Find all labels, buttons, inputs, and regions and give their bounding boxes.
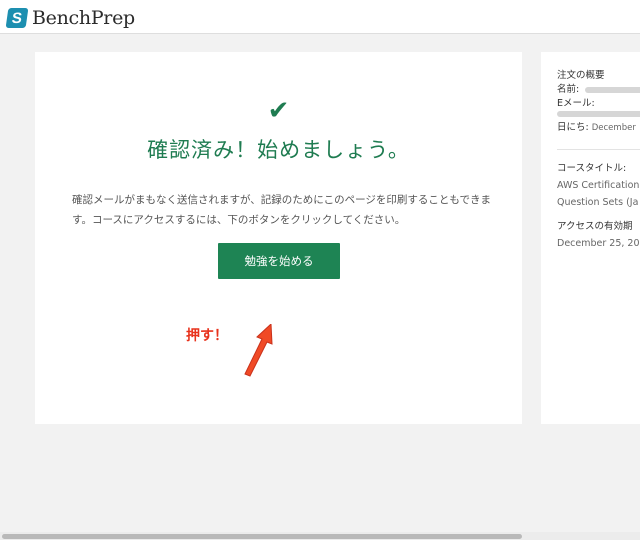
expiry-value: December 25, 20 (557, 238, 640, 249)
expiry-label: アクセスの有効期 (557, 221, 633, 232)
confirmation-title: 確認済み！始めましょう。 (147, 138, 410, 162)
course-title-label: コースタイトル: (557, 163, 627, 174)
scrollbar-thumb[interactable] (2, 534, 522, 539)
date-label: 日にち: (557, 122, 589, 133)
benchprep-logo[interactable]: S BenchPrep (5, 7, 135, 29)
course-title-line1: AWS Certification (557, 180, 640, 191)
confirmation-message: 確認メールがまもなく送信されますが、記録のためにこのページを印刷することもできま… (72, 194, 491, 226)
annotation-arrow-icon (244, 324, 273, 377)
start-studying-button[interactable]: 勉強を始める (218, 243, 340, 279)
redacted-name (585, 87, 640, 93)
email-row (557, 111, 640, 117)
order-summary-title: 注文の概要 (557, 70, 605, 81)
annotation-text: 押す！ (186, 328, 228, 344)
benchprep-logo-icon: S (5, 8, 29, 28)
date-value: December (591, 123, 636, 133)
horizontal-scrollbar[interactable] (0, 532, 640, 540)
name-label: 名前: (557, 84, 580, 95)
date-row: 日にち: December (557, 121, 640, 135)
redacted-email (557, 111, 640, 117)
summary-divider (557, 149, 640, 150)
order-summary-card: 注文の概要 名前: Eメール: 日にち: December コースタイトル: A… (541, 52, 640, 424)
name-row: 名前: (557, 83, 640, 97)
checkmark-icon: ✔ (267, 96, 290, 126)
top-bar: S BenchPrep (0, 0, 640, 34)
logo-text: BenchPrep (32, 7, 135, 29)
course-title-line2: Question Sets (Ja (557, 197, 639, 208)
email-label: Eメール: (557, 98, 595, 109)
confirmation-card: ✔ 確認済み！始めましょう。 確認メールがまもなく送信されますが、記録のためにこ… (35, 52, 522, 424)
